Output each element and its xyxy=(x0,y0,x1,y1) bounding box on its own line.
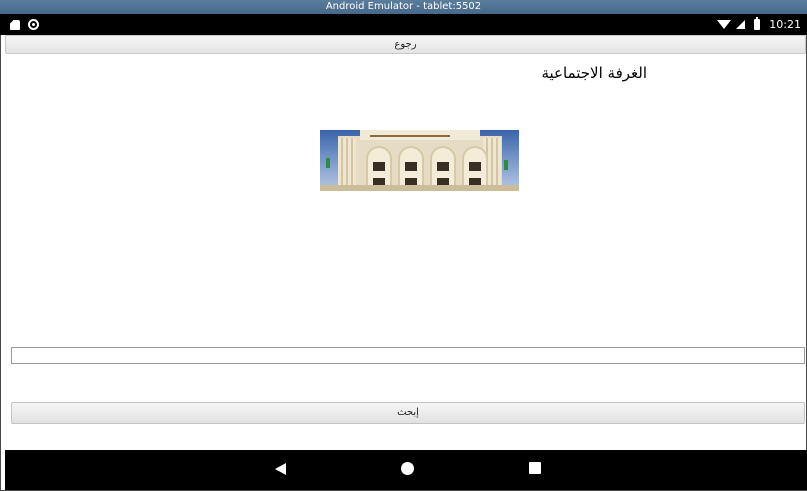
navigation-bar xyxy=(5,450,807,490)
page-title: الغرفة الاجتماعية xyxy=(541,64,647,82)
search-button[interactable]: إبحث xyxy=(11,402,805,424)
home-icon[interactable] xyxy=(401,462,414,475)
signal-icon xyxy=(736,20,746,29)
wifi-icon xyxy=(717,20,732,29)
recents-icon[interactable] xyxy=(529,462,541,474)
sd-card-icon xyxy=(10,19,20,30)
search-input[interactable] xyxy=(11,347,805,364)
back-button[interactable]: رجوع xyxy=(5,35,806,54)
status-bar: 10:21 xyxy=(0,14,807,35)
circle-notification-icon xyxy=(28,19,39,30)
supreme-court-building-image xyxy=(320,130,519,191)
back-icon[interactable] xyxy=(275,463,286,475)
window-title: Android Emulator - tablet:5502 xyxy=(325,1,482,12)
window-title-bar: Android Emulator - tablet:5502 xyxy=(0,0,807,14)
battery-icon xyxy=(754,17,761,30)
status-clock: 10:21 xyxy=(769,18,801,31)
